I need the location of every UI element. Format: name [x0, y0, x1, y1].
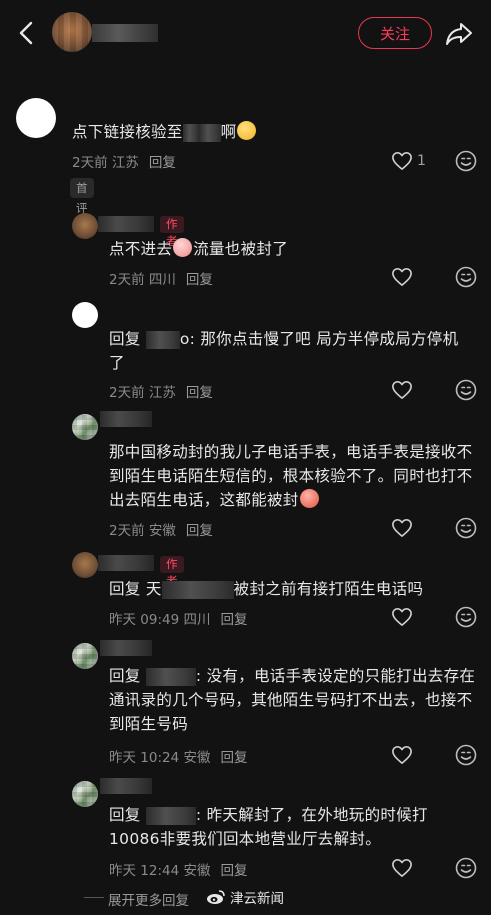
heart-icon[interactable]: [391, 151, 413, 171]
author-avatar[interactable]: [52, 12, 92, 52]
comment-meta: 2天前 江苏 回复: [72, 155, 176, 171]
avatar[interactable]: [72, 552, 98, 578]
emoji-icon: [173, 238, 193, 257]
reply-button[interactable]: 回复: [149, 155, 176, 171]
redacted-text: [161, 580, 234, 599]
reply-button[interactable]: 回复: [186, 385, 213, 401]
redacted-text: [182, 123, 199, 142]
comment-meta: 2天前 安徽 回复: [109, 523, 213, 539]
redacted-username: [100, 411, 152, 427]
expand-more-replies[interactable]: 展开更多回复: [108, 889, 189, 909]
avatar[interactable]: [72, 643, 98, 669]
reply-button[interactable]: 回复: [186, 272, 213, 288]
redacted-text: [198, 123, 221, 142]
emoji-reaction-icon[interactable]: [455, 266, 477, 288]
comment-meta: 昨天 10:24 安徽 回复: [109, 750, 248, 766]
like-count: 1: [417, 153, 426, 169]
emoji-reaction-icon[interactable]: [455, 517, 477, 539]
reply-button[interactable]: 回复: [221, 612, 248, 628]
share-arrow-icon[interactable]: [444, 18, 474, 48]
emoji-reaction-icon[interactable]: [455, 606, 477, 628]
heart-icon[interactable]: [391, 607, 413, 627]
author-badge: 作者: [160, 556, 184, 588]
redacted-text: [145, 330, 180, 349]
heart-icon[interactable]: [391, 858, 413, 878]
redacted-text: [145, 667, 196, 686]
first-comment-badge: 首评: [70, 178, 94, 215]
redacted-username: [98, 555, 154, 571]
redacted-username: [100, 778, 152, 794]
comment-meta: 昨天 12:44 安徽 回复: [109, 863, 248, 879]
watermark-text: 津云新闻: [230, 891, 284, 907]
follow-button[interactable]: 关注: [358, 17, 432, 49]
divider-line: [84, 897, 104, 898]
avatar[interactable]: [72, 781, 98, 807]
top-bar: 关注: [0, 0, 491, 70]
redacted-username: [98, 216, 154, 232]
avatar[interactable]: [72, 414, 98, 440]
emoji-reaction-icon[interactable]: [455, 150, 477, 172]
reply-button[interactable]: 回复: [221, 863, 248, 879]
comment-text: 回复 : 没有，电话手表设定的只能打出去存在通讯录的几个号码，其他陌生号码打不出…: [109, 667, 476, 733]
comment-meta: 昨天 09:49 四川 回复: [109, 612, 248, 628]
comment-meta: 2天前 四川 回复: [109, 272, 213, 288]
heart-icon[interactable]: [391, 518, 413, 538]
avatar[interactable]: [72, 213, 98, 239]
avatar[interactable]: [16, 98, 56, 138]
chevron-left-icon[interactable]: [12, 18, 42, 48]
emoji-reaction-icon[interactable]: [455, 744, 477, 766]
emoji-reaction-icon[interactable]: [455, 379, 477, 401]
emoji-icon: [299, 489, 319, 508]
heart-icon[interactable]: [391, 267, 413, 287]
comment-text: 回复 : 昨天解封了，在外地玩的时候打10086非要我们回本地营业厅去解封。: [109, 806, 428, 848]
comment-text: 回复 天被封之前有接打陌生电话吗: [109, 580, 424, 599]
emoji-reaction-icon[interactable]: [455, 857, 477, 879]
reply-button[interactable]: 回复: [221, 750, 248, 766]
emoji-icon: [237, 121, 257, 140]
weibo-logo-icon: [207, 890, 225, 904]
comment-text: 点不进去 流量也被封了: [109, 238, 289, 258]
avatar[interactable]: [72, 302, 98, 328]
watermark: 津云新闻: [206, 887, 284, 907]
reply-button[interactable]: 回复: [186, 523, 213, 539]
comment-text: 回复 o: 那你点击慢了吧 局方半停成局方停机了: [109, 330, 459, 372]
heart-icon[interactable]: [391, 745, 413, 765]
author-badge: 作者: [160, 216, 184, 248]
redacted-username: [100, 640, 152, 656]
comment-text: 点下链接核验至啊: [72, 120, 372, 144]
comment-text: 那中国移动封的我儿子电话手表，电话手表是接收不到陌生电话陌生短信的，根本核验不了…: [109, 443, 473, 509]
comment-meta: 2天前 江苏 回复: [109, 385, 213, 401]
heart-icon[interactable]: [391, 380, 413, 400]
redacted-text: [145, 806, 196, 825]
author-name-blurred[interactable]: [92, 24, 158, 42]
